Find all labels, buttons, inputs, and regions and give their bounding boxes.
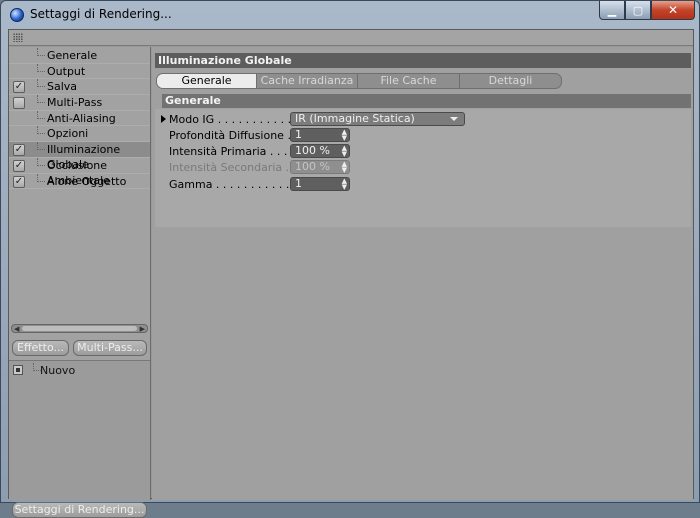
field-label: Intensità Primaria . . . . . . [169, 145, 309, 158]
tree-connector-icon [37, 110, 45, 119]
scroll-left-icon[interactable]: ◀ [14, 325, 19, 333]
spinner-arrows-icon[interactable]: ▲ ▼ [342, 145, 347, 158]
spinner-arrows-icon: ▲ ▼ [341, 160, 347, 174]
effect-button[interactable]: Effetto... [12, 340, 69, 356]
section-title: Illuminazione Globale [155, 53, 691, 68]
sidebar-item-label: Anti-Aliasing [47, 111, 116, 125]
sidebar-item-label: Multi-Pass [47, 96, 103, 110]
checkbox-checked-icon[interactable]: ✓ [13, 144, 25, 157]
grip-dots-icon[interactable] [13, 33, 23, 42]
settings-tree: Generale Output ✓ Salva Multi-Pass Anti-Alias… [9, 48, 150, 190]
field-value: IR (Immagine Statica) [295, 112, 415, 125]
sidebar-item-label: Output [47, 64, 86, 78]
sidebar-item-occlusione-ambientale[interactable]: ✓ Occlusione Ambientale [9, 157, 150, 187]
main-panel: Illuminazione Globale Generale Cache Irra… [152, 47, 693, 500]
intensit-secondaria-input: 100 % ▲ ▼ [290, 160, 350, 174]
field-value: 1 [295, 128, 302, 141]
sidebar-item-anti-aliasing[interactable]: Anti-Aliasing [9, 110, 150, 127]
maximize-button[interactable]: ▢ [625, 1, 651, 20]
close-button[interactable]: ✕ [651, 1, 695, 20]
intensit-primaria-input[interactable]: 100 % ▲ ▼ [290, 144, 350, 158]
mode-dropdown[interactable]: IR (Immagine Statica) [290, 112, 465, 126]
tree-connector-icon [37, 79, 45, 88]
list-item-label: Nuovo [40, 364, 76, 377]
title-bar[interactable]: Settaggi di Rendering... ▁ ▢ ✕ [1, 1, 699, 29]
minimize-button[interactable]: ▁ [599, 1, 625, 20]
checkbox-checked-icon[interactable]: ✓ [13, 159, 25, 172]
sidebar-horizontal-scrollbar[interactable]: ◀ ▶ [11, 324, 148, 333]
sidebar-item-label: Alone Oggetto [47, 174, 127, 188]
settings-panel: Modo IG . . . . . . . . . . . . . IR (Imm… [155, 109, 691, 227]
tree-connector-icon [37, 157, 45, 166]
list-item-nuovo[interactable]: Nuovo [9, 363, 150, 379]
window-controls: ▁ ▢ ✕ [599, 1, 695, 20]
tree-connector-icon [37, 48, 45, 56]
expand-arrow-icon[interactable] [161, 115, 166, 123]
active-settings-icon[interactable] [13, 365, 23, 375]
client-area: Generale Output ✓ Salva Multi-Pass Anti-Alias… [8, 29, 694, 518]
spinner-arrows-icon[interactable]: ▲ ▼ [342, 129, 347, 142]
field-label: Profondità Diffusione . . . [169, 129, 305, 142]
checkbox-unchecked-icon[interactable] [13, 97, 25, 110]
sidebar-item-generale[interactable]: Generale [9, 48, 150, 64]
scrollbar-thumb[interactable] [22, 326, 137, 331]
chevron-down-icon [450, 117, 458, 121]
tab-dettagli[interactable]: Dettagli [460, 74, 561, 88]
field-value: 1 [295, 177, 302, 190]
spinner-arrows-icon[interactable]: ▲ ▼ [342, 178, 347, 191]
gamma-input[interactable]: 1 ▲ ▼ [290, 177, 350, 191]
field-row-intensit-secondaria: Intensità Secondaria . . . 100 % ▲ ▼ [159, 160, 689, 175]
render-settings-button[interactable]: Settaggi di Rendering... [12, 502, 147, 518]
sidebar-item-opzioni[interactable]: Opzioni [9, 126, 150, 143]
multipass-button[interactable]: Multi-Pass... [73, 340, 147, 356]
tree-connector-icon [37, 95, 45, 104]
tab-bar: GeneraleCache IrradianzaFile Cache Irrad… [156, 73, 562, 89]
field-row-modo-ig: Modo IG . . . . . . . . . . . . . IR (Imm… [159, 112, 689, 127]
sidebar-item-label: Salva [47, 80, 78, 94]
toolbar-grip [9, 30, 693, 46]
tab-generale[interactable]: Generale [157, 74, 257, 88]
tree-connector-icon [37, 173, 45, 182]
sidebar-item-salva[interactable]: ✓ Salva [9, 79, 150, 96]
field-value: 100 % [295, 160, 330, 173]
field-row-profondit-diffusione: Profondità Diffusione . . . 1 ▲ ▼ [159, 128, 689, 143]
field-label: Modo IG . . . . . . . . . . . . . [169, 113, 306, 126]
field-value: 100 % [295, 144, 330, 157]
render-settings-list: Nuovo [9, 360, 150, 500]
scroll-right-icon[interactable]: ▶ [140, 325, 145, 333]
field-label: Intensità Secondaria . . . [169, 161, 304, 174]
sidebar-item-multi-pass[interactable]: Multi-Pass [9, 95, 150, 111]
checkbox-checked-icon[interactable]: ✓ [13, 175, 25, 188]
tree-connector-icon [37, 126, 45, 135]
sidebar-item-label: Generale [47, 49, 98, 62]
field-row-intensit-primaria: Intensità Primaria . . . . . . 100 % ▲ ▼ [159, 144, 689, 159]
tab-cache-irradianza[interactable]: Cache Irradianza [257, 74, 358, 88]
subsection-title: Generale [162, 94, 691, 108]
profondit-diffusione-input[interactable]: 1 ▲ ▼ [290, 128, 350, 142]
sidebar-item-output[interactable]: Output [9, 63, 150, 80]
sidebar: Generale Output ✓ Salva Multi-Pass Anti-Alias… [9, 47, 151, 518]
window-title: Settaggi di Rendering... [30, 7, 172, 21]
sidebar-item-illuminazione-globale[interactable]: ✓ Illuminazione Globale [9, 142, 150, 171]
tree-connector-icon [37, 142, 45, 151]
tab-file-cache-irradianza[interactable]: File Cache Irradianza [358, 74, 460, 88]
sidebar-item-label: Opzioni [47, 127, 89, 141]
field-row-gamma: Gamma . . . . . . . . . . . . . . 1 ▲ ▼ [159, 177, 689, 192]
tree-connector-icon [37, 63, 45, 72]
settings-window: Settaggi di Rendering... ▁ ▢ ✕ Generale O… [0, 0, 700, 518]
app-sphere-icon [10, 8, 24, 22]
checkbox-checked-icon[interactable]: ✓ [13, 81, 25, 94]
sidebar-item-alone-oggetto[interactable]: ✓ Alone Oggetto [9, 173, 150, 190]
